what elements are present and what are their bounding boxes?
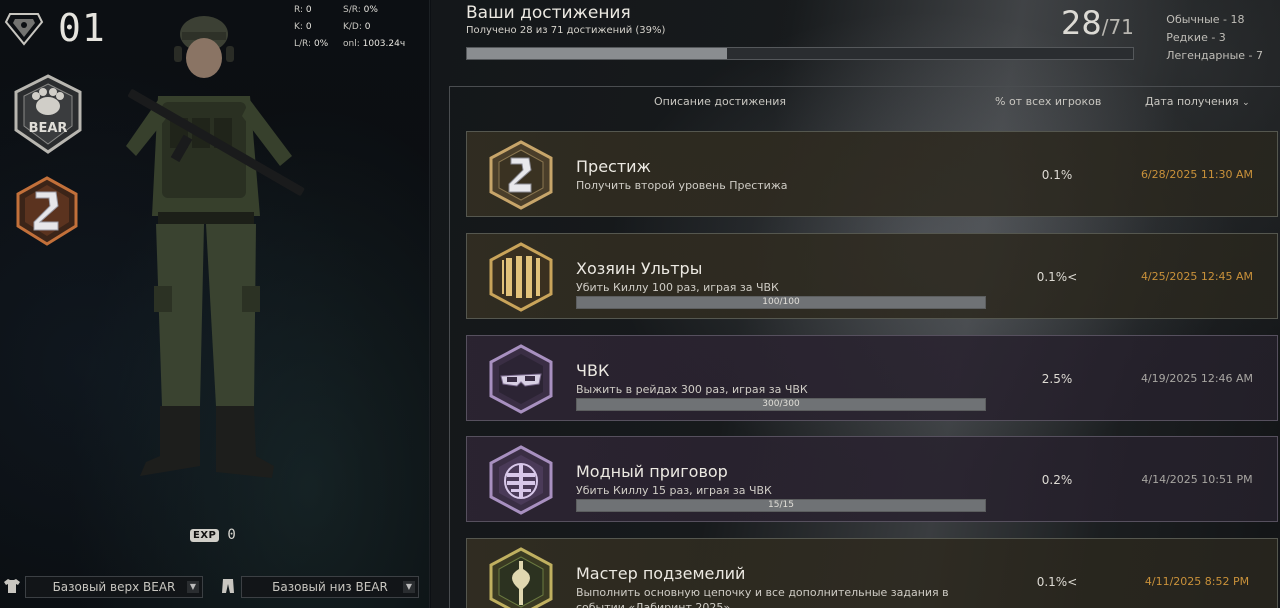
pants-icon (222, 579, 234, 593)
faction-emblem-icon (4, 13, 44, 46)
rarity-common: Обычные - 18 (1166, 13, 1245, 26)
achievement-count-value: 28 (1061, 4, 1102, 42)
achievement-description: Выжить в рейдах 300 раз, играя за ЧВК (576, 383, 808, 396)
exp-label: EXP (190, 528, 220, 542)
chevron-down-icon: ⌄ (1242, 98, 1250, 108)
achievements-subtitle: Получено 28 из 71 достижений (39%) (466, 25, 666, 36)
achievement-card[interactable]: Хозяин Ультры Убить Киллу 100 раз, играя … (466, 233, 1278, 319)
achievement-card[interactable]: Мастер подземелий Выполнить основную цепо… (466, 538, 1278, 608)
axe-icon (489, 547, 553, 608)
achievement-percent: 0.2% (1041, 473, 1073, 487)
achievement-description: Убить Киллу 15 раз, играя за ЧВК (576, 484, 772, 497)
stats-col-2: S/R: 0% K/D: 0 onl: 1003.24ч (343, 5, 406, 49)
rarity-breakdown: Обычные - 18 Редкие - 3 Легендарные - 7 (1166, 11, 1263, 65)
character-model (126, 16, 305, 478)
overall-progress-fill (467, 48, 727, 59)
top-gear-value: Базовый верх BEAR (52, 580, 176, 594)
top-gear-select[interactable]: Базовый верх BEAR ▼ (25, 576, 203, 598)
achievement-name: Престиж (576, 157, 651, 176)
gold-bars-icon (489, 242, 553, 312)
achievement-date: 4/25/2025 12:45 AM (1140, 270, 1254, 283)
achievement-progress-bar: 15/15 (576, 499, 986, 512)
bottom-gear-value: Базовый низ BEAR (272, 580, 388, 594)
column-header-percent[interactable]: % от всех игроков (995, 95, 1101, 108)
chevron-down-icon: ▼ (403, 581, 415, 593)
achievement-name: Хозяин Ультры (576, 259, 703, 278)
achievement-percent: 2.5% (1041, 372, 1073, 386)
achievement-progress-text: 300/300 (762, 399, 800, 409)
achievement-percent: 0.1%< (1036, 575, 1078, 589)
column-header-description[interactable]: Описание достижения (654, 95, 786, 108)
column-header-date[interactable]: Дата получения ⌄ (1145, 95, 1250, 108)
shirt-icon (4, 579, 20, 593)
achievement-date: 4/14/2025 10:51 PM (1141, 473, 1253, 486)
achievement-name: ЧВК (576, 361, 610, 380)
character-panel: 01 R: 0 K: 0 L/R: 0% S/R: 0% K/D: 0 onl:… (0, 0, 430, 608)
bottom-gear-select[interactable]: Базовый низ BEAR ▼ (241, 576, 419, 598)
achievements-title: Ваши достижения (466, 3, 631, 23)
rarity-legendary: Легендарные - 7 (1166, 49, 1263, 62)
exp-display: EXP 0 (190, 527, 236, 543)
achievement-date: 6/28/2025 11:30 AM (1140, 168, 1254, 181)
achievement-percent: 0.1% (1041, 168, 1073, 182)
achievement-description: Убить Киллу 100 раз, играя за ЧВК (576, 281, 779, 294)
achievement-date: 4/11/2025 8:52 PM (1144, 575, 1250, 588)
achievement-description: Выполнить основную цепочку и все дополни… (576, 586, 949, 608)
achievement-date: 4/19/2025 12:46 AM (1140, 372, 1254, 385)
achievement-card[interactable]: Модный приговор Убить Киллу 15 раз, играя… (466, 436, 1278, 522)
achievement-description: Получить второй уровень Престижа (576, 179, 788, 192)
column-header-date-label: Дата получения (1145, 95, 1239, 108)
achievement-count-total: /71 (1101, 15, 1134, 39)
achievement-progress-bar: 100/100 (576, 296, 986, 309)
achievement-name: Мастер подземелий (576, 564, 746, 583)
rarity-rare: Редкие - 3 (1166, 31, 1226, 44)
achievement-name: Модный приговор (576, 462, 728, 481)
achievement-progress-text: 100/100 (762, 297, 800, 307)
achievement-progress-text: 15/15 (768, 500, 794, 510)
achievement-progress-bar: 300/300 (576, 398, 986, 411)
bear-faction-badge-icon: BEAR (14, 74, 82, 154)
chevron-down-icon: ▼ (187, 581, 199, 593)
goggles-icon (489, 344, 553, 414)
helmet-icon (489, 445, 553, 515)
exp-value: 0 (227, 527, 236, 543)
overall-progress-bar (466, 47, 1134, 60)
achievements-panel: Ваши достижения Получено 28 из 71 достиж… (431, 0, 1280, 608)
prestige-badge-icon (16, 176, 78, 246)
achievement-count: 28/71 (1061, 4, 1134, 42)
achievement-card[interactable]: Престиж Получить второй уровень Престижа 0… (466, 131, 1278, 217)
prestige-2-icon (489, 140, 553, 210)
svg-text:BEAR: BEAR (29, 121, 68, 136)
achievement-percent: 0.1%< (1036, 270, 1078, 284)
achievement-card[interactable]: ЧВК Выжить в рейдах 300 раз, играя за ЧВК… (466, 335, 1278, 421)
